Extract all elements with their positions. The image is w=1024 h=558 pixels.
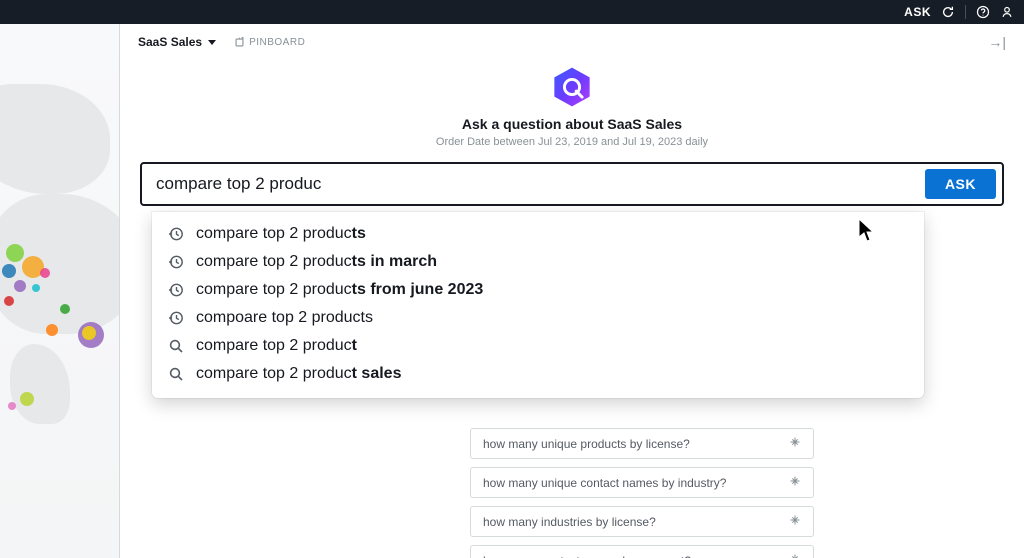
topbar-ask-label[interactable]: ASK (904, 5, 931, 19)
topic-dropdown[interactable]: SaaS Sales (138, 35, 216, 49)
suggestion-item[interactable]: compare top 2 products in march (152, 248, 924, 276)
chevron-down-icon (208, 40, 216, 45)
search-icon (168, 366, 184, 382)
history-icon (168, 282, 184, 298)
sparkle-icon (789, 553, 801, 558)
ask-button[interactable]: ASK (925, 169, 996, 199)
suggestion-text: compare top 2 products in march (196, 253, 437, 271)
suggestion-item[interactable]: compare top 2 product sales (152, 360, 924, 388)
example-question-text: how many unique contact names by industr… (483, 476, 726, 490)
background-map (0, 24, 120, 558)
history-icon (168, 254, 184, 270)
user-icon[interactable] (1000, 5, 1014, 19)
example-question-list: how many unique products by license? how … (470, 428, 814, 558)
hero: Ask a question about SaaS Sales Order Da… (120, 66, 1024, 148)
suggestion-text: compare top 2 product (196, 337, 357, 355)
history-icon (168, 226, 184, 242)
search-icon (168, 338, 184, 354)
sparkle-icon (789, 475, 801, 490)
suggestion-dropdown: compare top 2 products compare top 2 prod… (152, 212, 924, 398)
suggestion-item[interactable]: compoare top 2 products (152, 304, 924, 332)
suggestion-item[interactable]: compare top 2 products (152, 220, 924, 248)
example-question-text: how many industries by license? (483, 515, 656, 529)
ask-bar: ASK (140, 162, 1004, 206)
app-topbar: ASK (0, 0, 1024, 24)
collapse-icon[interactable]: →| (988, 34, 1006, 50)
example-question-text: how many contact names by segment? (483, 554, 691, 558)
help-icon[interactable] (976, 5, 990, 19)
suggestion-text: compare top 2 products (196, 225, 366, 243)
example-question[interactable]: how many unique products by license? (470, 428, 814, 459)
main-panel: SaaS Sales PINBOARD →| (120, 24, 1024, 558)
hero-title: Ask a question about SaaS Sales (120, 116, 1024, 132)
pinboard-label: PINBOARD (249, 37, 305, 48)
example-question[interactable]: how many contact names by segment? (470, 545, 814, 558)
example-question[interactable]: how many industries by license? (470, 506, 814, 537)
example-question[interactable]: how many unique contact names by industr… (470, 467, 814, 498)
sparkle-icon (789, 514, 801, 529)
divider (965, 5, 966, 19)
suggestion-text: compare top 2 products from june 2023 (196, 281, 483, 299)
suggestion-item[interactable]: compare top 2 products from june 2023 (152, 276, 924, 304)
suggestion-text: compoare top 2 products (196, 309, 373, 327)
q-logo-icon (551, 66, 593, 108)
example-question-text: how many unique products by license? (483, 437, 690, 451)
hero-subtitle: Order Date between Jul 23, 2019 and Jul … (120, 136, 1024, 148)
question-input[interactable] (156, 174, 925, 194)
refresh-icon[interactable] (941, 5, 955, 19)
sparkle-icon (789, 436, 801, 451)
suggestion-item[interactable]: compare top 2 product (152, 332, 924, 360)
pinboard-button[interactable]: PINBOARD (234, 37, 305, 48)
panel-header: SaaS Sales PINBOARD →| (120, 24, 1024, 54)
topic-name: SaaS Sales (138, 35, 202, 49)
suggestion-text: compare top 2 product sales (196, 365, 401, 383)
history-icon (168, 310, 184, 326)
